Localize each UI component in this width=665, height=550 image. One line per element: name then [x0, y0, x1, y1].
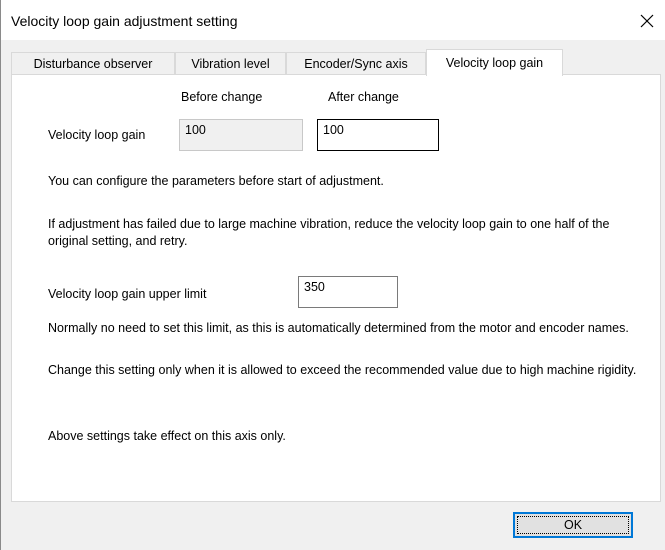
dialog-window: Velocity loop gain adjustment setting Di… [0, 0, 665, 550]
note-configure: You can configure the parameters before … [48, 174, 384, 188]
velocity-loop-gain-before-value: 100 [185, 123, 206, 137]
tab-label: Encoder/Sync axis [304, 56, 408, 71]
before-change-header: Before change [181, 90, 263, 104]
window-title: Velocity loop gain adjustment setting [11, 13, 238, 29]
velocity-loop-gain-upper-limit-value: 350 [304, 280, 325, 294]
note-adjustment-failed: If adjustment has failed due to large ma… [48, 217, 610, 248]
velocity-loop-gain-upper-limit-label: Velocity loop gain upper limit [48, 287, 207, 301]
after-change-header: After change [328, 90, 399, 104]
close-button[interactable] [629, 5, 665, 37]
close-icon [640, 14, 654, 28]
velocity-loop-gain-after-input[interactable]: 100 [317, 119, 439, 151]
tab-label: Velocity loop gain [445, 56, 544, 70]
tab-label: Vibration level [191, 56, 270, 71]
ok-button[interactable]: OK [513, 512, 633, 538]
tab-strip: Disturbance observer Vibration level Enc… [11, 49, 661, 76]
note-change-setting: Change this setting only when it is allo… [48, 363, 637, 377]
tab-encoder-sync-axis[interactable]: Encoder/Sync axis [286, 52, 426, 74]
velocity-loop-gain-upper-limit-input[interactable]: 350 [298, 276, 398, 308]
title-bar: Velocity loop gain adjustment setting [1, 0, 665, 40]
velocity-loop-gain-before-field: 100 [179, 119, 303, 151]
velocity-loop-gain-after-value: 100 [323, 123, 344, 137]
tab-velocity-loop-gain[interactable]: Velocity loop gain [426, 49, 563, 76]
focus-rectangle [517, 516, 629, 534]
note-axis-only: Above settings take effect on this axis … [48, 429, 286, 443]
tab-vibration-level[interactable]: Vibration level [175, 52, 286, 74]
tab-disturbance-observer[interactable]: Disturbance observer [11, 52, 175, 74]
velocity-loop-gain-label: Velocity loop gain [48, 128, 146, 142]
tab-label: Disturbance observer [33, 56, 153, 71]
note-normally: Normally no need to set this limit, as t… [48, 321, 629, 335]
tab-panel-velocity-loop-gain: Before change After change Velocity loop… [11, 74, 661, 502]
